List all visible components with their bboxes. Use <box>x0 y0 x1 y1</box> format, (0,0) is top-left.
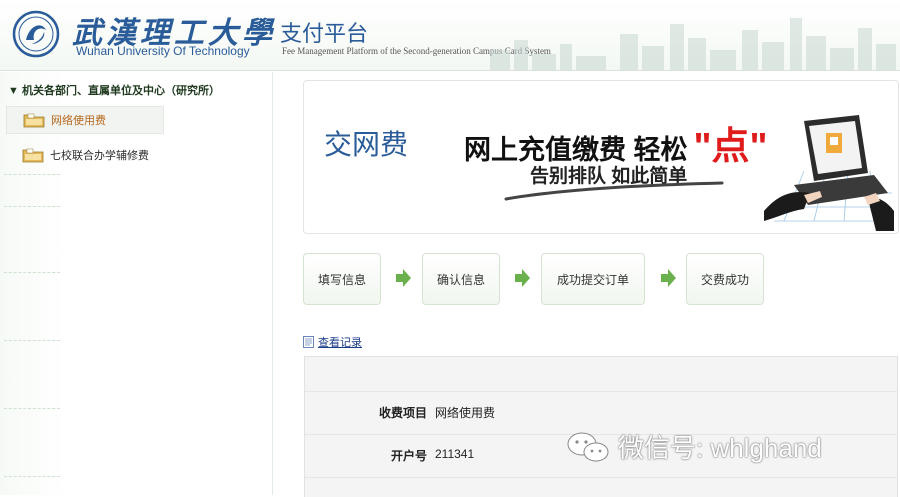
arrow-right-icon <box>396 269 411 287</box>
view-records-link[interactable]: 查看记录 <box>303 334 362 350</box>
folder-icon <box>22 148 44 163</box>
divider <box>4 408 60 410</box>
folder-icon <box>23 113 45 128</box>
sidebar: ▼ 机关各部门、直属单位及中心（研究所） 网络使用费 七校联合办学辅修费 <box>0 72 273 495</box>
view-records-label: 查看记录 <box>318 337 362 349</box>
fee-item-label: 收费项目 <box>378 406 427 420</box>
payment-form: 收费项目 网络使用费 开户号 211341 <box>304 356 898 497</box>
step-order-submitted: 成功提交订单 <box>541 253 645 305</box>
banner-slogan-highlight: "点" <box>693 126 768 168</box>
platform-title: 支付平台 <box>280 21 369 46</box>
divider <box>4 476 60 478</box>
wechat-icon <box>567 432 609 461</box>
page-header: 武漢理工大學 Wuhan University Of Technology 支付… <box>0 0 900 71</box>
fee-item-value: 网络使用费 <box>435 406 496 420</box>
document-icon <box>303 336 314 348</box>
sidebar-strip <box>0 72 66 495</box>
sidebar-heading[interactable]: ▼ 机关各部门、直属单位及中心（研究所） <box>8 82 220 98</box>
arrow-right-icon <box>515 269 530 287</box>
divider <box>4 206 60 208</box>
form-row-next <box>305 477 897 497</box>
step-fill-info: 填写信息 <box>303 253 381 305</box>
promo-banner: 交网费 网上充值缴费 轻松 "点" 告别排队 如此简单 <box>303 80 899 234</box>
university-logo-icon <box>12 10 60 58</box>
laptop-icon <box>764 115 894 231</box>
divider <box>4 272 60 274</box>
university-name-en: Wuhan University Of Technology <box>76 44 250 58</box>
banner-title: 交网费 <box>324 129 409 160</box>
step-confirm-info: 确认信息 <box>422 253 500 305</box>
divider <box>4 340 60 342</box>
account-number-value: 211341 <box>435 447 475 461</box>
step-payment-success: 交费成功 <box>686 253 764 305</box>
sidebar-item-minor-fee[interactable]: 七校联合办学辅修费 <box>6 142 149 168</box>
sidebar-item-network-fee[interactable]: 网络使用费 <box>6 106 164 134</box>
account-number-label: 开户号 <box>390 449 427 463</box>
sidebar-item-label: 七校联合办学辅修费 <box>50 150 149 162</box>
watermark-text: 微信号: whlghand <box>618 433 822 463</box>
divider <box>4 174 60 176</box>
swoosh-icon <box>504 181 724 201</box>
wechat-watermark: 微信号: whlghand <box>566 428 822 465</box>
city-skyline-icon <box>490 18 896 70</box>
arrow-right-icon <box>661 269 676 287</box>
sidebar-item-label: 网络使用费 <box>51 115 106 127</box>
